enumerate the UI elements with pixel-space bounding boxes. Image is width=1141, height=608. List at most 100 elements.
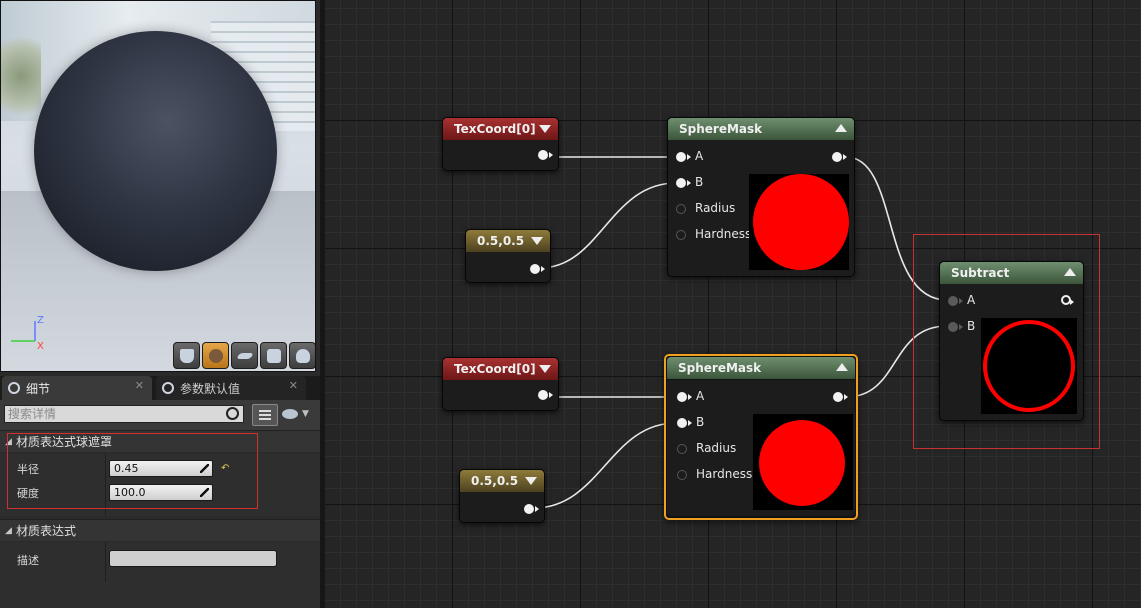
sphere-icon[interactable] bbox=[202, 342, 229, 369]
node-body bbox=[443, 140, 558, 170]
input-pin-a[interactable] bbox=[677, 392, 692, 402]
collapse-arrow-icon[interactable] bbox=[836, 363, 848, 371]
plane-icon[interactable] bbox=[231, 342, 258, 369]
preview-sphere bbox=[34, 31, 277, 271]
collapse-arrow-icon[interactable] bbox=[531, 237, 543, 245]
output-pin[interactable] bbox=[832, 152, 847, 162]
axis-x-label: X bbox=[37, 341, 44, 351]
node-title: 0.5,0.5 bbox=[477, 234, 525, 248]
node-constant2vector-2[interactable]: 0.5,0.5 bbox=[459, 469, 545, 523]
node-subtract[interactable]: Subtract A B bbox=[939, 261, 1084, 421]
node-texcoord-1[interactable]: TexCoord[0] bbox=[442, 117, 559, 171]
input-pin-a[interactable] bbox=[676, 152, 691, 162]
collapse-arrow-icon[interactable] bbox=[1064, 268, 1076, 276]
chevron-down-icon[interactable]: ▼ bbox=[302, 409, 309, 419]
list-icon bbox=[259, 410, 271, 420]
input-pin-b[interactable] bbox=[676, 178, 691, 188]
left-panel: Z X 细节 ✕ 参数默认值 ✕ 搜索详情 ▼ ◢ 材质表达式球遮罩 半径 0.… bbox=[0, 0, 320, 608]
input-pin-hardness[interactable] bbox=[677, 470, 687, 480]
description-input[interactable] bbox=[109, 550, 277, 567]
collapse-arrow-icon[interactable] bbox=[539, 365, 551, 373]
preview-red-ring bbox=[983, 320, 1075, 412]
node-title: TexCoord[0] bbox=[454, 122, 536, 136]
node-body bbox=[443, 380, 558, 410]
cube-icon[interactable] bbox=[260, 342, 287, 369]
collapse-arrow-icon[interactable] bbox=[835, 124, 847, 132]
node-constant2vector-1[interactable]: 0.5,0.5 bbox=[465, 229, 551, 283]
pin-label: Radius bbox=[695, 201, 736, 215]
pin-label: A bbox=[696, 389, 705, 403]
material-editor: Z X 细节 ✕ 参数默认值 ✕ 搜索详情 ▼ ◢ 材质表达式球遮罩 半径 0.… bbox=[0, 0, 1141, 608]
axis-z-label: Z bbox=[37, 315, 44, 326]
node-header[interactable]: TexCoord[0] bbox=[443, 358, 558, 380]
pin-label: B bbox=[967, 319, 976, 333]
pin-label: A bbox=[695, 149, 704, 163]
node-spheremask-2[interactable]: SphereMask A B Radius Hardness bbox=[664, 354, 858, 520]
node-preview bbox=[749, 174, 849, 270]
pin-label: Hardness bbox=[695, 227, 752, 241]
node-spheremask-1[interactable]: SphereMask A B Radius Hardness bbox=[667, 117, 855, 277]
node-body: A B bbox=[940, 284, 1083, 420]
input-pin-radius[interactable] bbox=[677, 444, 687, 454]
input-pin-radius[interactable] bbox=[676, 204, 686, 214]
output-pin[interactable] bbox=[530, 264, 545, 274]
tab-details[interactable]: 细节 ✕ bbox=[2, 376, 152, 400]
section-header-expression[interactable]: ◢ 材质表达式 bbox=[0, 519, 320, 541]
property-label-description: 描述 bbox=[17, 554, 39, 567]
output-pin[interactable] bbox=[833, 392, 848, 402]
preview-red-disc bbox=[753, 174, 849, 270]
node-title: 0.5,0.5 bbox=[471, 474, 519, 488]
node-header[interactable]: SphereMask bbox=[667, 357, 855, 379]
node-preview bbox=[981, 318, 1077, 414]
eye-icon[interactable] bbox=[282, 409, 298, 419]
preview-shape-toolbar bbox=[173, 342, 315, 370]
tab-parameter-defaults-label: 参数默认值 bbox=[180, 381, 241, 396]
tab-parameter-defaults[interactable]: 参数默认值 ✕ bbox=[156, 376, 306, 400]
search-input[interactable]: 搜索详情 bbox=[4, 405, 244, 423]
column-divider bbox=[105, 542, 106, 582]
preview-viewport[interactable]: Z X bbox=[0, 0, 316, 372]
input-pin-hardness[interactable] bbox=[676, 230, 686, 240]
collapse-arrow-icon[interactable] bbox=[539, 125, 551, 133]
output-pin[interactable] bbox=[1061, 295, 1074, 305]
collapse-arrow-icon[interactable] bbox=[525, 477, 537, 485]
node-body: A B Radius Hardness bbox=[668, 140, 854, 276]
viewport-foliage bbox=[1, 31, 41, 121]
node-title: SphereMask bbox=[679, 122, 763, 136]
node-header[interactable]: TexCoord[0] bbox=[443, 118, 558, 140]
node-header[interactable]: SphereMask bbox=[668, 118, 854, 140]
input-pin-b[interactable] bbox=[948, 322, 963, 332]
node-header[interactable]: Subtract bbox=[940, 262, 1083, 284]
node-header[interactable]: 0.5,0.5 bbox=[460, 470, 544, 492]
cylinder-icon[interactable] bbox=[173, 342, 200, 369]
pin-label: B bbox=[696, 415, 705, 429]
pin-label: A bbox=[967, 293, 976, 307]
pin-label: Hardness bbox=[696, 467, 753, 481]
output-pin[interactable] bbox=[538, 390, 553, 400]
panel-splitter[interactable] bbox=[320, 0, 325, 608]
search-icon[interactable] bbox=[226, 407, 239, 420]
details-tabbar: 细节 ✕ 参数默认值 ✕ bbox=[0, 376, 320, 400]
node-title: TexCoord[0] bbox=[454, 362, 536, 376]
node-title: SphereMask bbox=[678, 361, 762, 375]
axis-gizmo-icon: Z X bbox=[11, 315, 44, 351]
annotation-highlight bbox=[7, 433, 258, 509]
pin-label: Radius bbox=[696, 441, 737, 455]
property-matrix-button[interactable] bbox=[252, 404, 278, 426]
parameter-icon bbox=[162, 382, 174, 394]
section-title: 材质表达式 bbox=[16, 524, 77, 538]
teapot-icon[interactable] bbox=[289, 342, 315, 369]
output-pin[interactable] bbox=[538, 150, 553, 160]
node-body bbox=[460, 492, 544, 522]
input-pin-b[interactable] bbox=[677, 418, 692, 428]
pin-label: B bbox=[695, 175, 704, 189]
preview-red-disc bbox=[759, 420, 845, 506]
tab-details-label: 细节 bbox=[26, 381, 51, 396]
node-header[interactable]: 0.5,0.5 bbox=[466, 230, 550, 252]
close-icon[interactable]: ✕ bbox=[289, 379, 298, 392]
input-pin-a[interactable] bbox=[948, 296, 963, 306]
close-icon[interactable]: ✕ bbox=[135, 379, 144, 392]
output-pin[interactable] bbox=[524, 504, 539, 514]
node-texcoord-2[interactable]: TexCoord[0] bbox=[442, 357, 559, 411]
details-icon bbox=[8, 382, 20, 394]
